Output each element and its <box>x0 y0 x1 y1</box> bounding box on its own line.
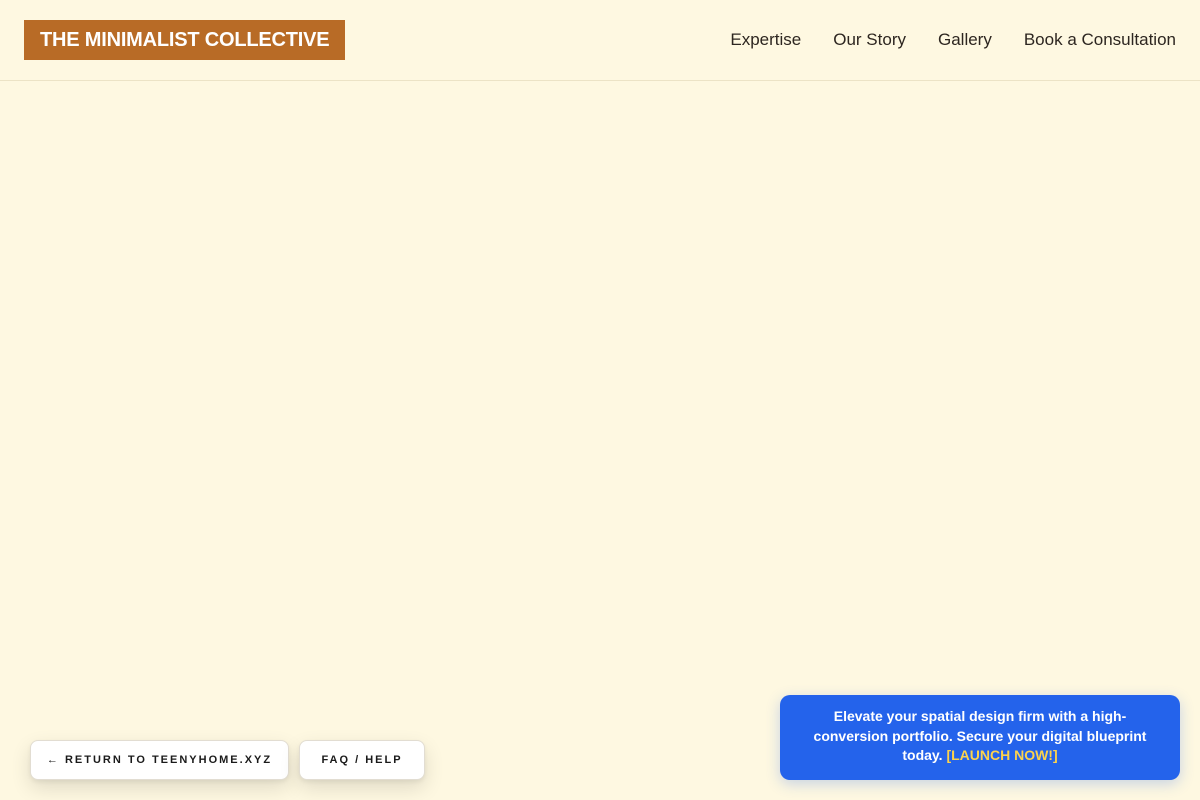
nav-link-gallery[interactable]: Gallery <box>938 28 992 52</box>
main-nav: Expertise Our Story Gallery Book a Consu… <box>730 28 1176 52</box>
site-logo[interactable]: THE MINIMALIST COLLECTIVE <box>24 20 346 60</box>
nav-link-book-consultation[interactable]: Book a Consultation <box>1024 28 1176 52</box>
promo-banner: Elevate your spatial design firm with a … <box>780 695 1180 780</box>
nav-link-expertise[interactable]: Expertise <box>730 28 801 52</box>
faq-help-button[interactable]: FAQ / HELP <box>299 740 425 780</box>
return-to-teenyhome-button[interactable]: ← RETURN TO TEENYHOME.XYZ <box>30 740 289 780</box>
launch-now-link[interactable]: [LAUNCH NOW!] <box>946 747 1057 763</box>
nav-link-our-story[interactable]: Our Story <box>833 28 906 52</box>
site-header: THE MINIMALIST COLLECTIVE Expertise Our … <box>0 0 1200 81</box>
